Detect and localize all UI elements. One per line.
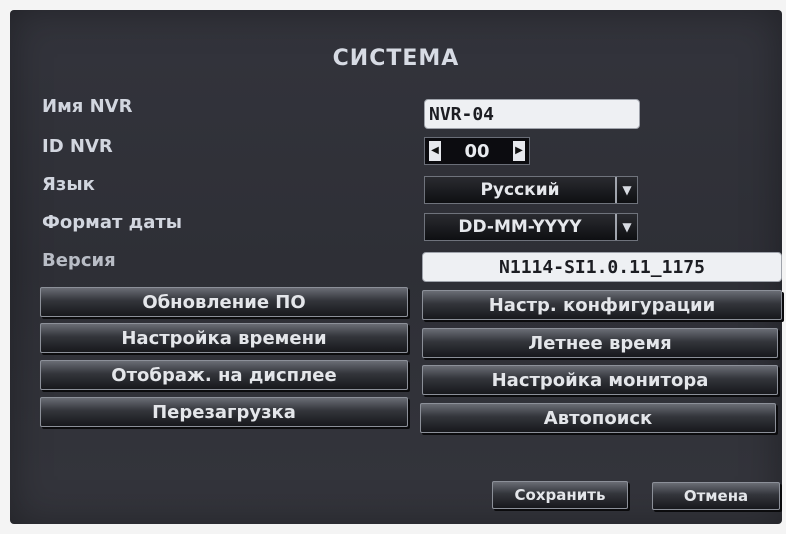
autosearch-button[interactable]: Автопоиск (420, 403, 776, 433)
version-value: N1114-SI1.0.11_1175 (499, 256, 705, 278)
config-settings-button[interactable]: Настр. конфигурации (422, 290, 782, 320)
save-button[interactable]: Сохранить (492, 481, 628, 509)
date-format-label: Формат даты (42, 212, 183, 233)
nvr-id-label: ID NVR (42, 136, 113, 157)
system-settings-dialog: СИСТЕМА Имя NVR NVR-04 ID NVR ◀ 00 ▶ Язы… (10, 10, 782, 524)
nvr-name-label: Имя NVR (42, 96, 133, 117)
date-format-select[interactable]: DD-MM-YYYY ▼ (424, 213, 638, 241)
dialog-title: СИСТЕМА (332, 46, 460, 71)
language-label: Язык (42, 174, 95, 195)
date-format-value: DD-MM-YYYY (458, 217, 582, 237)
display-on-screen-button[interactable]: Отображ. на дисплее (40, 360, 408, 390)
version-label: Версия (42, 250, 116, 271)
monitor-settings-button[interactable]: Настройка монитора (422, 365, 778, 395)
nvr-id-value: 00 (464, 140, 490, 162)
chevron-down-icon[interactable]: ▼ (615, 214, 637, 240)
left-triangle-icon[interactable]: ◀ (429, 141, 441, 161)
cancel-button[interactable]: Отмена (652, 482, 780, 510)
reboot-button[interactable]: Перезагрузка (40, 397, 408, 427)
right-triangle-icon[interactable]: ▶ (513, 141, 525, 161)
version-field: N1114-SI1.0.11_1175 (422, 252, 782, 282)
nvr-name-value: NVR-04 (429, 103, 495, 125)
language-value: Русский (480, 180, 560, 200)
language-select[interactable]: Русский ▼ (424, 176, 638, 204)
firmware-update-button[interactable]: Обновление ПО (40, 287, 408, 317)
daylight-saving-button[interactable]: Летнее время (422, 328, 778, 358)
nvr-name-input[interactable]: NVR-04 (424, 99, 640, 129)
chevron-down-icon[interactable]: ▼ (615, 177, 637, 203)
nvr-id-spinner[interactable]: ◀ 00 ▶ (424, 137, 530, 165)
time-settings-button[interactable]: Настройка времени (40, 323, 408, 353)
